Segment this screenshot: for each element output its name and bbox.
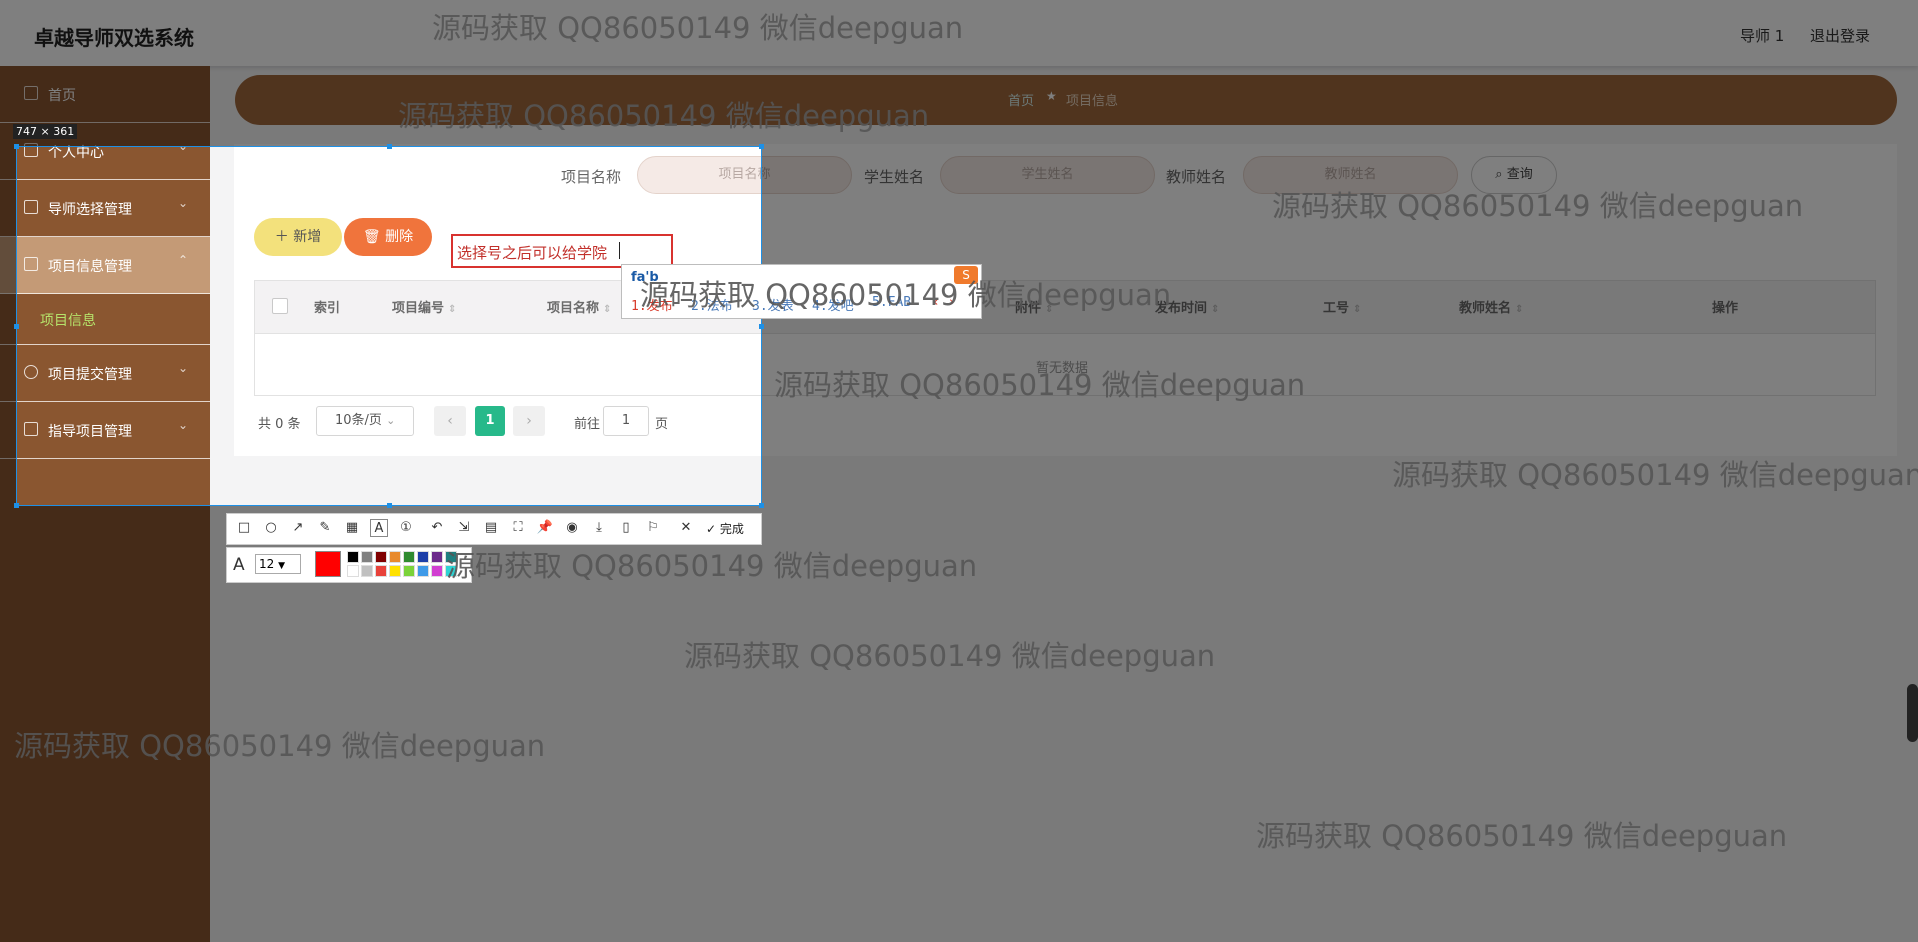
color-swatch[interactable] bbox=[403, 551, 415, 563]
watermark: 源码获取 QQ86050149 微信deepguan bbox=[14, 729, 546, 763]
watermark: 源码获取 QQ86050149 微信deepguan bbox=[1272, 189, 1804, 223]
record-icon[interactable]: ◉ bbox=[563, 519, 581, 537]
ellipse-tool-icon[interactable]: ○ bbox=[262, 519, 280, 537]
color-swatch[interactable] bbox=[389, 551, 401, 563]
pen-tool-icon[interactable]: ✎ bbox=[316, 519, 334, 537]
watermark: 源码获取 QQ86050149 微信deepguan bbox=[684, 639, 1216, 673]
save-icon[interactable]: ⤓ bbox=[590, 519, 608, 537]
watermark: 源码获取 QQ86050149 微信deepguan bbox=[432, 11, 964, 45]
color-swatch[interactable] bbox=[375, 551, 387, 563]
translate-icon[interactable]: ⛶ bbox=[509, 519, 527, 537]
resize-handle[interactable] bbox=[387, 503, 392, 508]
color-swatch[interactable] bbox=[431, 551, 443, 563]
resize-handle[interactable] bbox=[759, 144, 764, 149]
watermark: 源码获取 QQ86050149 微信deepguan bbox=[1256, 819, 1788, 853]
arrow-tool-icon[interactable]: ↗ bbox=[289, 519, 307, 537]
scroll-indicator[interactable] bbox=[1907, 684, 1918, 742]
font-icon: A bbox=[233, 555, 245, 575]
color-swatch[interactable] bbox=[389, 565, 401, 577]
color-swatch[interactable] bbox=[417, 551, 429, 563]
text-annotation: 选择号之后可以给学院 bbox=[457, 244, 608, 262]
capture-selection[interactable] bbox=[16, 146, 762, 506]
resize-handle[interactable] bbox=[759, 503, 764, 508]
done-button[interactable]: ✓ 完成 bbox=[706, 520, 744, 537]
undo-icon[interactable]: ↶ bbox=[428, 519, 446, 537]
close-icon[interactable]: ✕ bbox=[677, 519, 695, 537]
ocr-icon[interactable]: ▤ bbox=[482, 519, 500, 537]
color-swatch[interactable] bbox=[403, 565, 415, 577]
color-swatch[interactable] bbox=[375, 565, 387, 577]
phone-icon[interactable]: ▯ bbox=[617, 519, 635, 537]
color-swatch[interactable] bbox=[361, 551, 373, 563]
resize-handle[interactable] bbox=[759, 324, 764, 329]
color-swatch[interactable] bbox=[431, 565, 443, 577]
resize-handle[interactable] bbox=[14, 503, 19, 508]
current-color-swatch[interactable] bbox=[315, 551, 341, 577]
long-capture-icon[interactable]: ⇲ bbox=[455, 519, 473, 537]
color-swatch[interactable] bbox=[347, 551, 359, 563]
color-swatch[interactable] bbox=[417, 565, 429, 577]
bookmark-icon[interactable]: ⚐ bbox=[644, 519, 662, 537]
color-swatch[interactable] bbox=[347, 565, 359, 577]
resize-handle[interactable] bbox=[387, 144, 392, 149]
resize-handle[interactable] bbox=[14, 144, 19, 149]
capture-size-label: 747 × 361 bbox=[13, 124, 78, 139]
watermark: 源码获取 QQ86050149 微信deepguan bbox=[446, 549, 978, 583]
watermark: 源码获取 QQ86050149 微信deepguan bbox=[640, 278, 1172, 312]
check-icon: ✓ bbox=[706, 522, 717, 536]
chevron-down-icon: ▼ bbox=[278, 561, 286, 571]
resize-handle[interactable] bbox=[14, 324, 19, 329]
watermark: 源码获取 QQ86050149 微信deepguan bbox=[774, 368, 1306, 402]
pin-icon[interactable]: 📌 bbox=[536, 519, 554, 537]
mosaic-tool-icon[interactable]: ▦ bbox=[343, 519, 361, 537]
text-tool-icon[interactable]: A bbox=[370, 519, 388, 537]
watermark: 源码获取 QQ86050149 微信deepguan bbox=[1392, 458, 1918, 492]
watermark: 源码获取 QQ86050149 微信deepguan bbox=[398, 99, 930, 133]
number-tool-icon[interactable]: ① bbox=[397, 519, 415, 537]
text-caret bbox=[619, 242, 620, 259]
rectangle-tool-icon[interactable]: □ bbox=[235, 519, 253, 537]
color-swatch[interactable] bbox=[361, 565, 373, 577]
font-size-select[interactable]: 12 ▼ bbox=[255, 554, 301, 574]
